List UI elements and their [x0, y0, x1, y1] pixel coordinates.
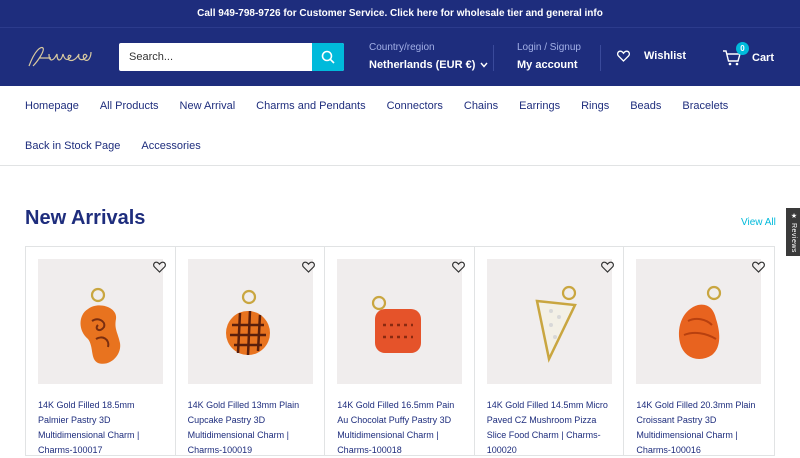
pain-au-chocolat-charm-icon	[372, 295, 422, 353]
nav-item-new-arrival[interactable]: New Arrival	[180, 100, 236, 112]
reviews-tab[interactable]: ★ Reviews	[786, 208, 800, 256]
nav-item-accessories[interactable]: Accessories	[141, 140, 200, 152]
product-image[interactable]	[187, 259, 313, 384]
wishlist-heart-icon[interactable]	[451, 261, 465, 273]
product-image[interactable]	[636, 259, 762, 384]
region-selector[interactable]: Country/region Netherlands (EUR €)	[369, 42, 488, 71]
search-input[interactable]: Search...	[129, 51, 173, 63]
product-card[interactable]: 14K Gold Filled 13mm Plain Cupcake Pastr…	[176, 247, 326, 455]
product-card[interactable]: 14K Gold Filled 18.5mm Palmier Pastry 3D…	[26, 247, 176, 455]
wishlist-heart-icon[interactable]	[752, 261, 765, 273]
product-card[interactable]: 14K Gold Filled 14.5mm Micro Paved CZ Mu…	[475, 247, 625, 455]
nav-item-earrings[interactable]: Earrings	[519, 100, 560, 112]
chevron-down-icon	[480, 62, 488, 68]
view-all-link[interactable]: View All	[741, 217, 776, 228]
product-image[interactable]	[38, 259, 163, 384]
login-signup-label[interactable]: Login / Signup	[517, 42, 581, 53]
product-image[interactable]	[486, 259, 612, 384]
nav-item-back-in-stock[interactable]: Back in Stock Page	[25, 140, 120, 152]
pizza-slice-charm-icon	[535, 285, 577, 363]
cart-label: Cart	[752, 52, 775, 64]
product-title[interactable]: 14K Gold Filled 20.3mm Plain Croissant P…	[636, 398, 764, 458]
wishlist-link[interactable]: Wishlist	[617, 50, 686, 62]
product-image[interactable]	[337, 259, 463, 384]
wishlist-heart-icon[interactable]	[601, 261, 615, 273]
nav-item-chains[interactable]: Chains	[464, 100, 498, 112]
palmier-charm-icon	[80, 287, 121, 364]
account-link[interactable]: Login / Signup My account	[517, 42, 581, 71]
product-title[interactable]: 14K Gold Filled 16.5mm Pain Au Chocolat …	[337, 398, 465, 458]
announcement-bar[interactable]: Call 949-798-9726 for Customer Service. …	[0, 0, 800, 27]
region-label: Country/region	[369, 42, 435, 53]
product-grid: 14K Gold Filled 18.5mm Palmier Pastry 3D…	[25, 246, 775, 456]
product-card[interactable]: 14K Gold Filled 20.3mm Plain Croissant P…	[624, 247, 774, 455]
announcement-text[interactable]: Call 949-798-9726 for Customer Service. …	[197, 8, 603, 19]
nav-row-primary: Homepage All Products New Arrival Charms…	[25, 100, 749, 112]
wishlist-heart-icon[interactable]	[302, 261, 316, 273]
main-navigation: Homepage All Products New Arrival Charms…	[0, 86, 800, 166]
nav-item-homepage[interactable]: Homepage	[25, 100, 79, 112]
croissant-charm-icon	[679, 285, 722, 359]
nav-item-rings[interactable]: Rings	[581, 100, 609, 112]
nav-item-charms-and-pendants[interactable]: Charms and Pendants	[256, 100, 365, 112]
wishlist-label: Wishlist	[644, 50, 687, 62]
search-bar: Search...	[119, 43, 344, 71]
search-button[interactable]	[312, 43, 344, 71]
nav-item-beads[interactable]: Beads	[630, 100, 661, 112]
product-card[interactable]: 14K Gold Filled 16.5mm Pain Au Chocolat …	[325, 247, 475, 455]
nav-item-bracelets[interactable]: Bracelets	[682, 100, 728, 112]
wishlist-heart-icon[interactable]	[152, 261, 166, 273]
section-title: New Arrivals	[25, 207, 146, 229]
search-icon	[321, 50, 335, 64]
cart-link[interactable]: 0 Cart	[722, 42, 775, 66]
product-title[interactable]: 14K Gold Filled 13mm Plain Cupcake Pastr…	[188, 398, 316, 458]
reviews-tab-label[interactable]: ★ Reviews	[789, 212, 797, 253]
store-logo[interactable]	[25, 42, 95, 72]
region-value[interactable]: Netherlands (EUR €)	[369, 59, 475, 71]
nav-item-connectors[interactable]: Connectors	[387, 100, 443, 112]
cupcake-charm-icon	[225, 289, 270, 356]
heart-icon	[617, 50, 630, 62]
cart-count-badge: 0	[736, 42, 749, 55]
product-title[interactable]: 14K Gold Filled 18.5mm Palmier Pastry 3D…	[38, 398, 166, 458]
site-header: Search... Country/region Netherlands (EU…	[0, 27, 800, 86]
nav-item-all-products[interactable]: All Products	[100, 100, 159, 112]
header-divider	[493, 45, 494, 71]
header-divider	[600, 45, 601, 71]
my-account-label[interactable]: My account	[517, 59, 578, 71]
nav-row-secondary: Back in Stock Page Accessories	[25, 140, 222, 152]
product-title[interactable]: 14K Gold Filled 14.5mm Micro Paved CZ Mu…	[487, 398, 615, 458]
